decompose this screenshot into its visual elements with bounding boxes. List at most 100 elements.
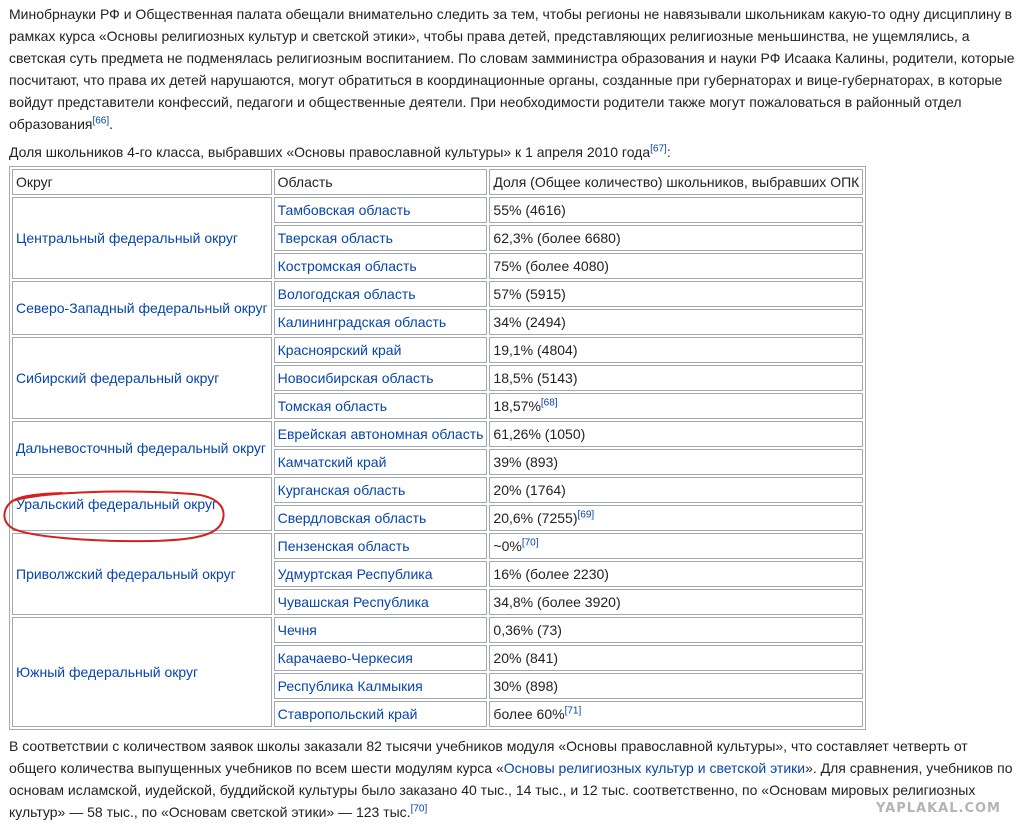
- district-link[interactable]: Дальневосточный федеральный округ: [16, 440, 266, 456]
- region-link[interactable]: Удмуртская Республика: [278, 566, 433, 582]
- header-share: Доля (Общее количество) школьников, выбр…: [489, 169, 864, 195]
- watermark: YAPLAKAL.COM: [876, 801, 1001, 816]
- region-cell: Чечня: [273, 617, 488, 643]
- intro-text: Минобрнауки РФ и Общественная палата обе…: [9, 6, 1015, 132]
- table-row: Сибирский федеральный округ Красноярский …: [12, 337, 864, 419]
- share-value: 20,6% (7255): [493, 510, 578, 526]
- share-value: 18,57%: [493, 398, 541, 414]
- region-link[interactable]: Еврейская автономная область: [278, 426, 484, 442]
- share-value: 0,36% (73): [493, 622, 562, 638]
- share-cell: 19,1% (4804): [489, 337, 864, 363]
- caption-ref[interactable]: [67]: [650, 143, 667, 154]
- district-cell: Южный федеральный округ: [12, 617, 272, 727]
- district-cell: Сибирский федеральный округ: [12, 337, 272, 419]
- share-cell: 61,26% (1050): [489, 421, 864, 447]
- outro-ref[interactable]: [70]: [411, 803, 428, 814]
- region-cell: Удмуртская Республика: [273, 561, 488, 587]
- region-link[interactable]: Ставропольский край: [278, 706, 418, 722]
- share-value: 30% (898): [493, 678, 559, 694]
- share-cell: 30% (898): [489, 673, 864, 699]
- region-cell: Вологодская область: [273, 281, 488, 307]
- share-value: 61,26% (1050): [493, 426, 586, 442]
- orkse-link[interactable]: Основы религиозных культур и светской эт…: [504, 760, 805, 776]
- district-cell: Северо-Западный федеральный округ: [12, 281, 272, 335]
- region-link[interactable]: Тамбовская область: [278, 202, 411, 218]
- region-link[interactable]: Пензенская область: [278, 538, 410, 554]
- district-link[interactable]: Уральский федеральный округ: [16, 496, 217, 512]
- share-cell: более 60%[71]: [489, 701, 864, 727]
- region-cell: Курганская область: [273, 477, 488, 503]
- region-cell: Камчатский край: [273, 449, 488, 475]
- share-cell: 20,6% (7255)[69]: [489, 505, 864, 531]
- share-cell: 18,5% (5143): [489, 365, 864, 391]
- table-row: Приволжский федеральный округ Пензенская …: [12, 533, 864, 615]
- table-row: Уральский федеральный округ Курганская об…: [12, 477, 864, 531]
- region-link[interactable]: Тверская область: [278, 230, 393, 246]
- region-cell: Красноярский край: [273, 337, 488, 363]
- region-cell: Костромская область: [273, 253, 488, 279]
- district-link[interactable]: Приволжский федеральный округ: [16, 566, 236, 582]
- region-link[interactable]: Томская область: [278, 398, 387, 414]
- share-cell: 62,3% (более 6680): [489, 225, 864, 251]
- share-value: 39% (893): [493, 454, 559, 470]
- article-body: Минобрнауки РФ и Общественная палата обе…: [9, 0, 1017, 823]
- share-cell: 0,36% (73): [489, 617, 864, 643]
- region-link[interactable]: Чувашская Республика: [278, 594, 429, 610]
- share-ref[interactable]: [69]: [577, 509, 594, 520]
- intro-paragraph: Минобрнауки РФ и Общественная палата обе…: [9, 6, 1015, 132]
- header-region: Область: [273, 169, 488, 195]
- region-link[interactable]: Новосибирская область: [278, 370, 434, 386]
- district-link[interactable]: Северо-Западный федеральный округ: [16, 300, 268, 316]
- region-link[interactable]: Камчатский край: [278, 454, 387, 470]
- share-value: 34% (2494): [493, 314, 566, 330]
- region-link[interactable]: Курганская область: [278, 482, 406, 498]
- opk-table: Округ Область Доля (Общее количество) шк…: [9, 166, 867, 730]
- district-cell: Центральный федеральный округ: [12, 197, 272, 279]
- region-link[interactable]: Республика Калмыкия: [278, 678, 423, 694]
- share-cell: 20% (1764): [489, 477, 864, 503]
- district-cell: Уральский федеральный округ: [12, 477, 272, 531]
- district-link[interactable]: Центральный федеральный округ: [16, 230, 238, 246]
- region-cell: Республика Калмыкия: [273, 673, 488, 699]
- region-cell: Карачаево-Черкесия: [273, 645, 488, 671]
- region-link[interactable]: Карачаево-Черкесия: [278, 650, 413, 666]
- share-value: 19,1% (4804): [493, 342, 578, 358]
- region-cell: Пензенская область: [273, 533, 488, 559]
- share-ref[interactable]: [70]: [522, 537, 539, 548]
- share-value: 20% (841): [493, 650, 559, 666]
- table-row: Северо-Западный федеральный округ Вологод…: [12, 281, 864, 335]
- header-district: Округ: [12, 169, 272, 195]
- share-value: 62,3% (более 6680): [493, 230, 621, 246]
- share-value: более 60%: [493, 706, 565, 722]
- district-link[interactable]: Сибирский федеральный округ: [16, 370, 219, 386]
- intro-ref[interactable]: [66]: [92, 115, 109, 126]
- region-link[interactable]: Чечня: [278, 622, 317, 638]
- share-cell: 75% (более 4080): [489, 253, 864, 279]
- region-link[interactable]: Красноярский край: [278, 342, 402, 358]
- share-ref[interactable]: [71]: [565, 705, 582, 716]
- district-link[interactable]: Южный федеральный округ: [16, 664, 198, 680]
- region-cell: Ставропольский край: [273, 701, 488, 727]
- share-cell: 39% (893): [489, 449, 864, 475]
- share-cell: 55% (4616): [489, 197, 864, 223]
- district-cell: Дальневосточный федеральный округ: [12, 421, 272, 475]
- region-cell: Чувашская Республика: [273, 589, 488, 615]
- region-cell: Калининградская область: [273, 309, 488, 335]
- share-cell: 20% (841): [489, 645, 864, 671]
- region-link[interactable]: Калининградская область: [278, 314, 447, 330]
- share-value: 34,8% (более 3920): [493, 594, 621, 610]
- share-cell: 18,57%[68]: [489, 393, 864, 419]
- share-cell: 34% (2494): [489, 309, 864, 335]
- share-value: 18,5% (5143): [493, 370, 578, 386]
- share-ref[interactable]: [68]: [541, 397, 558, 408]
- region-link[interactable]: Костромская область: [278, 258, 417, 274]
- region-cell: Тамбовская область: [273, 197, 488, 223]
- share-cell: ~0%[70]: [489, 533, 864, 559]
- region-cell: Тверская область: [273, 225, 488, 251]
- region-link[interactable]: Свердловская область: [278, 510, 427, 526]
- region-link[interactable]: Вологодская область: [278, 286, 416, 302]
- region-cell: Еврейская автономная область: [273, 421, 488, 447]
- outro-paragraph: В соответствии с количеством заявок школ…: [9, 738, 1013, 820]
- table-row: Центральный федеральный округ Тамбовская …: [12, 197, 864, 279]
- table-row: Дальневосточный федеральный округ Еврейск…: [12, 421, 864, 475]
